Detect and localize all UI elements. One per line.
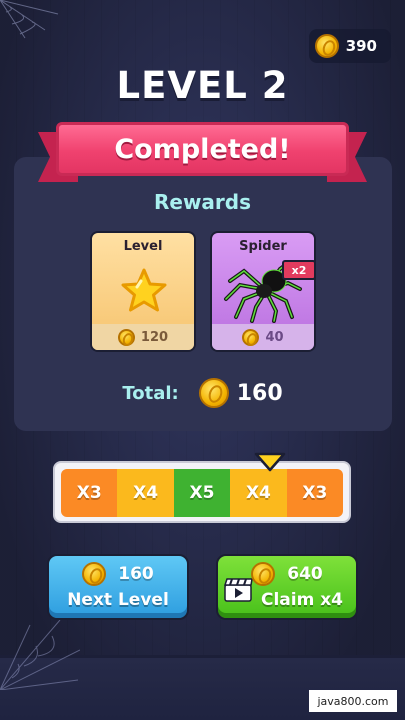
reward-card-title: Spider [239, 239, 287, 254]
completed-banner: Completed! [56, 122, 349, 176]
completed-banner-text: Completed! [114, 133, 291, 165]
coin-balance-value: 390 [345, 37, 377, 55]
coin-icon [242, 328, 260, 346]
rewards-heading: Rewards [153, 190, 252, 214]
star-icon [121, 268, 167, 312]
claim-x4-button[interactable]: 640 Claim x4 [216, 554, 358, 620]
multiplier-segment: X3 [286, 469, 343, 517]
total-value: 160 [236, 380, 283, 406]
coin-icon [315, 34, 339, 58]
total-label: Total: [122, 382, 179, 404]
multiplier-segment: X5 [173, 469, 231, 517]
next-level-amount: 160 [118, 564, 154, 584]
multiplier-segment: X4 [117, 469, 174, 517]
coin-icon [117, 328, 135, 346]
next-level-button[interactable]: 160 Next Level [47, 554, 189, 620]
next-level-label: Next Level [67, 590, 169, 610]
reward-card-spider: Spider x2 40 [210, 231, 316, 352]
total-row: Total: 160 [0, 378, 405, 408]
multiplier-track: X3 X4 X5 X4 X3 [61, 469, 343, 517]
reward-card-level: Level 120 [90, 231, 196, 352]
claim-reward: 640 [218, 562, 356, 586]
cobweb-top-left-icon [0, 0, 59, 39]
watermark: java800.com [309, 690, 397, 712]
coin-icon [198, 378, 229, 408]
spider-multiplier-badge: x2 [282, 260, 314, 280]
coin-balance: 390 [309, 29, 391, 63]
multiplier-pointer-icon [254, 452, 286, 472]
reward-card-coins: 40 [212, 324, 314, 350]
level-title: LEVEL 2 [116, 64, 289, 107]
coin-icon [82, 562, 107, 586]
multiplier-segment-selected: X4 [230, 469, 287, 517]
claim-amount: 640 [287, 564, 323, 584]
reward-card-title: Level [123, 239, 163, 254]
claim-label: Claim x4 [260, 590, 344, 610]
reward-card-coins: 120 [92, 324, 194, 350]
coin-icon [251, 562, 276, 586]
multiplier-segment: X3 [61, 469, 118, 517]
cobweb-bottom-left-icon [0, 620, 80, 690]
reward-card-coin-value: 120 [140, 329, 169, 345]
multiplier-bar[interactable]: X3 X4 X5 X4 X3 [53, 461, 351, 523]
reward-card-coin-value: 40 [265, 329, 284, 345]
next-level-reward: 160 [49, 562, 187, 586]
